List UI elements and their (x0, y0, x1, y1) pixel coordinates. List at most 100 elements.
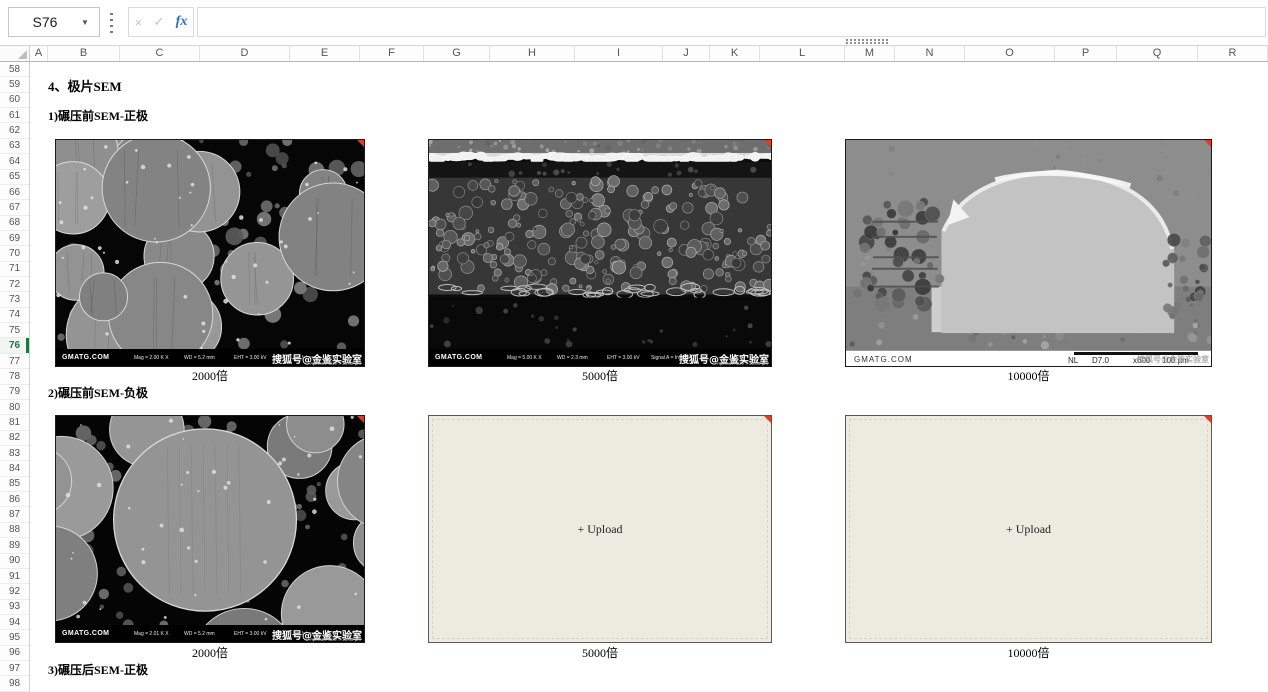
sem-mag-label: Mag = 5.00 K X (507, 355, 542, 361)
sheet-body: 5859606162636465666768697071727374757677… (0, 62, 1268, 692)
formula-bar-resize-handle[interactable] (846, 39, 890, 44)
upload-placeholder-5000x[interactable]: + Upload (428, 415, 772, 643)
row-header-69[interactable]: 69 (0, 231, 29, 246)
sem-wd-label: WD = 5.2 mm (184, 631, 215, 637)
comment-marker-icon (357, 416, 364, 423)
column-header-R[interactable]: R (1198, 46, 1268, 61)
row-header-74[interactable]: 74 (0, 308, 29, 323)
row-header-78[interactable]: 78 (0, 369, 29, 384)
upload-placeholder-10000x[interactable]: + Upload (845, 415, 1212, 643)
row-header-66[interactable]: 66 (0, 185, 29, 200)
sem-eht-label: EHT = 3.00 kV (607, 355, 640, 361)
spreadsheet-app: S76 ▼ × ✓ fx ABCDEFGHIJKLMNOPQR 58596061… (0, 0, 1268, 692)
upload-button[interactable]: + Upload (432, 419, 768, 639)
row-header-60[interactable]: 60 (0, 93, 29, 108)
sem-image-crosssection-10000x[interactable]: GMATG.COM NL D7.0 x600 100 µm 搜狐号@金鉴实验室 (845, 139, 1212, 367)
sem-eht-label: EHT = 3.00 kV (234, 631, 267, 637)
row-header-93[interactable]: 93 (0, 600, 29, 615)
name-box[interactable]: S76 ▼ (8, 7, 100, 37)
sem-info-bar: GMATG.COM Mag = 2.01 K X WD = 5.2 mm EHT… (56, 625, 364, 642)
name-box-dropdown-icon[interactable]: ▼ (81, 18, 99, 27)
column-header-N[interactable]: N (895, 46, 965, 61)
select-all-corner[interactable] (0, 46, 30, 61)
formula-bar-input[interactable] (197, 7, 1266, 37)
enter-icon[interactable]: ✓ (153, 14, 164, 30)
sem-wd-label: WD = 5.2 mm (184, 355, 215, 361)
column-header-I[interactable]: I (575, 46, 663, 61)
caption-2000x-1: 2000倍 (55, 369, 365, 384)
column-header-D[interactable]: D (200, 46, 290, 61)
row-header-63[interactable]: 63 (0, 139, 29, 154)
column-header-F[interactable]: F (360, 46, 424, 61)
sem-info-bar: GMATG.COM Mag = 5.00 K X WD = 2.3 mm EHT… (429, 349, 771, 366)
sem-image-cathode-2000x[interactable]: GMATG.COM Mag = 2.00 K X WD = 5.2 mm EHT… (55, 139, 365, 367)
column-header-H[interactable]: H (490, 46, 575, 61)
row-header-85[interactable]: 85 (0, 477, 29, 492)
sem-info-bar: GMATG.COM Mag = 2.00 K X WD = 5.2 mm EHT… (56, 349, 364, 366)
row-header-70[interactable]: 70 (0, 246, 29, 261)
row-header-71[interactable]: 71 (0, 262, 29, 277)
sem-micrograph-art (429, 140, 771, 349)
column-header-B[interactable]: B (48, 46, 120, 61)
row-header-84[interactable]: 84 (0, 461, 29, 476)
row-header-62[interactable]: 62 (0, 123, 29, 138)
sem-mag-label: Mag = 2.01 K X (134, 631, 169, 637)
row-header-77[interactable]: 77 (0, 354, 29, 369)
sem-image-anode-2000x[interactable]: GMATG.COM Mag = 2.01 K X WD = 5.2 mm EHT… (55, 415, 365, 643)
column-header-C[interactable]: C (120, 46, 200, 61)
row-header-94[interactable]: 94 (0, 615, 29, 630)
row-header-80[interactable]: 80 (0, 400, 29, 415)
column-header-O[interactable]: O (965, 46, 1055, 61)
name-box-value: S76 (9, 14, 81, 30)
row-header-92[interactable]: 92 (0, 584, 29, 599)
row-header-75[interactable]: 75 (0, 323, 29, 338)
subsection-1-label: 1)碾压前SEM-正极 (48, 107, 148, 124)
caption-10000x-2: 10000倍 (845, 646, 1212, 661)
row-header-89[interactable]: 89 (0, 538, 29, 553)
row-header-65[interactable]: 65 (0, 170, 29, 185)
row-header-67[interactable]: 67 (0, 200, 29, 215)
row-header-83[interactable]: 83 (0, 446, 29, 461)
row-header-98[interactable]: 98 (0, 676, 29, 691)
column-header-K[interactable]: K (710, 46, 760, 61)
column-header-A[interactable]: A (30, 46, 48, 61)
sheet-canvas[interactable]: 4、极片SEM 1)碾压前SEM-正极 GMATG.COM Mag = 2.00… (30, 62, 1268, 692)
row-header-87[interactable]: 87 (0, 507, 29, 522)
column-header-P[interactable]: P (1055, 46, 1117, 61)
row-header-79[interactable]: 79 (0, 385, 29, 400)
row-header-81[interactable]: 81 (0, 415, 29, 430)
row-header-76[interactable]: 76 (0, 338, 29, 353)
column-header-E[interactable]: E (290, 46, 360, 61)
row-header-68[interactable]: 68 (0, 216, 29, 231)
row-header-59[interactable]: 59 (0, 77, 29, 92)
row-header-95[interactable]: 95 (0, 630, 29, 645)
sem-image-crosssection-5000x[interactable]: GMATG.COM Mag = 5.00 K X WD = 2.3 mm EHT… (428, 139, 772, 367)
row-header-90[interactable]: 90 (0, 554, 29, 569)
row-header-73[interactable]: 73 (0, 292, 29, 307)
comment-marker-icon (764, 140, 771, 147)
row-header-97[interactable]: 97 (0, 661, 29, 676)
insert-function-icon[interactable]: fx (176, 14, 188, 30)
column-header-Q[interactable]: Q (1117, 46, 1198, 61)
subsection-3-label: 3)碾压后SEM-正极 (48, 661, 148, 678)
comment-marker-icon (764, 416, 771, 423)
column-header-G[interactable]: G (424, 46, 490, 61)
column-header-J[interactable]: J (663, 46, 710, 61)
row-header-86[interactable]: 86 (0, 492, 29, 507)
caption-10000x-1: 10000倍 (845, 369, 1212, 384)
column-header-M[interactable]: M (845, 46, 895, 61)
row-header-91[interactable]: 91 (0, 569, 29, 584)
row-header-64[interactable]: 64 (0, 154, 29, 169)
column-header-L[interactable]: L (760, 46, 845, 61)
column-headers: ABCDEFGHIJKLMNOPQR (0, 46, 1268, 62)
row-header-72[interactable]: 72 (0, 277, 29, 292)
upload-button[interactable]: + Upload (849, 419, 1208, 639)
sem-micrograph-art (56, 140, 364, 349)
row-header-61[interactable]: 61 (0, 108, 29, 123)
row-header-96[interactable]: 96 (0, 646, 29, 661)
row-header-82[interactable]: 82 (0, 431, 29, 446)
row-header-88[interactable]: 88 (0, 523, 29, 538)
cancel-icon[interactable]: × (135, 15, 143, 30)
row-header-58[interactable]: 58 (0, 62, 29, 77)
sem-site-label: GMATG.COM (62, 630, 109, 637)
